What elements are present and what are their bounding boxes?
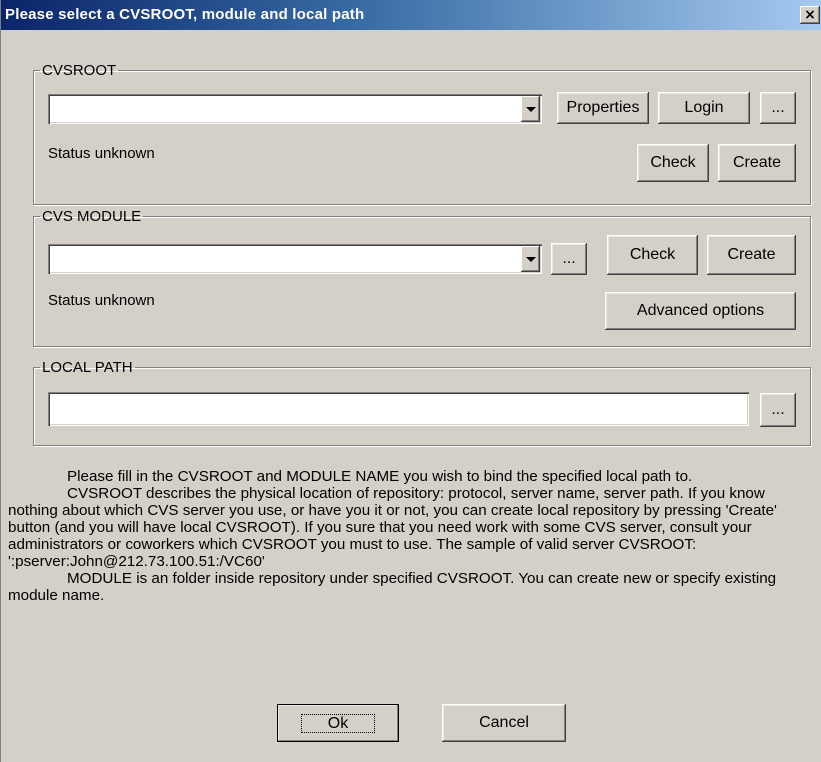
help-paragraph-1: Please fill in the CVSROOT and MODULE NA… [67,468,693,485]
help-paragraph-2: CVSROOT describes the physical location … [8,485,777,570]
advanced-options-label: Advanced options [636,302,765,319]
chevron-down-icon[interactable] [521,246,540,272]
module-create-button[interactable]: Create [707,235,796,275]
login-button[interactable]: Login [658,92,750,124]
module-combo[interactable] [48,244,542,274]
ellipsis-icon: ... [771,99,785,116]
cvsroot-combo[interactable] [48,94,542,124]
help-text: Please fill in the CVSROOT and MODULE NA… [8,468,816,604]
module-status: Status unknown [48,292,155,309]
help-paragraph-3: MODULE is an folder inside repository un… [8,570,777,604]
title-bar[interactable]: Please select a CVSROOT, module and loca… [1,0,821,30]
close-icon: × [804,7,816,23]
local-path-legend: LOCAL PATH [42,359,133,376]
local-path-browse-button[interactable]: ... [760,393,796,427]
ok-button[interactable]: Ok [277,704,399,742]
login-label: Login [684,99,724,116]
module-browse-button[interactable]: ... [551,243,587,275]
advanced-options-button[interactable]: Advanced options [605,292,796,330]
cvsroot-group: CVSROOT [33,63,811,205]
local-path-input[interactable] [48,392,749,426]
cvsroot-status: Status unknown [48,145,155,162]
module-legend: CVS MODULE [42,208,142,225]
cvsroot-legend: CVSROOT [42,62,117,79]
ok-label: Ok [300,713,376,733]
ellipsis-icon: ... [562,250,576,267]
properties-label: Properties [566,99,640,116]
cvsroot-browse-button[interactable]: ... [760,92,796,124]
module-check-label: Check [629,246,676,263]
cancel-button[interactable]: Cancel [442,704,566,742]
cvsroot-check-label: Check [650,154,696,171]
window-title: Please select a CVSROOT, module and loca… [5,6,365,23]
properties-button[interactable]: Properties [557,92,649,124]
cvsroot-check-button[interactable]: Check [637,144,709,182]
chevron-down-icon[interactable] [521,96,540,122]
module-create-label: Create [727,246,776,263]
module-check-button[interactable]: Check [607,235,698,275]
cvsroot-dialog: Please select a CVSROOT, module and loca… [0,0,821,762]
ellipsis-icon: ... [771,401,785,418]
cvsroot-create-button[interactable]: Create [718,144,796,182]
cancel-label: Cancel [479,714,529,731]
close-button[interactable]: × [800,6,820,24]
cvsroot-create-label: Create [732,154,782,171]
